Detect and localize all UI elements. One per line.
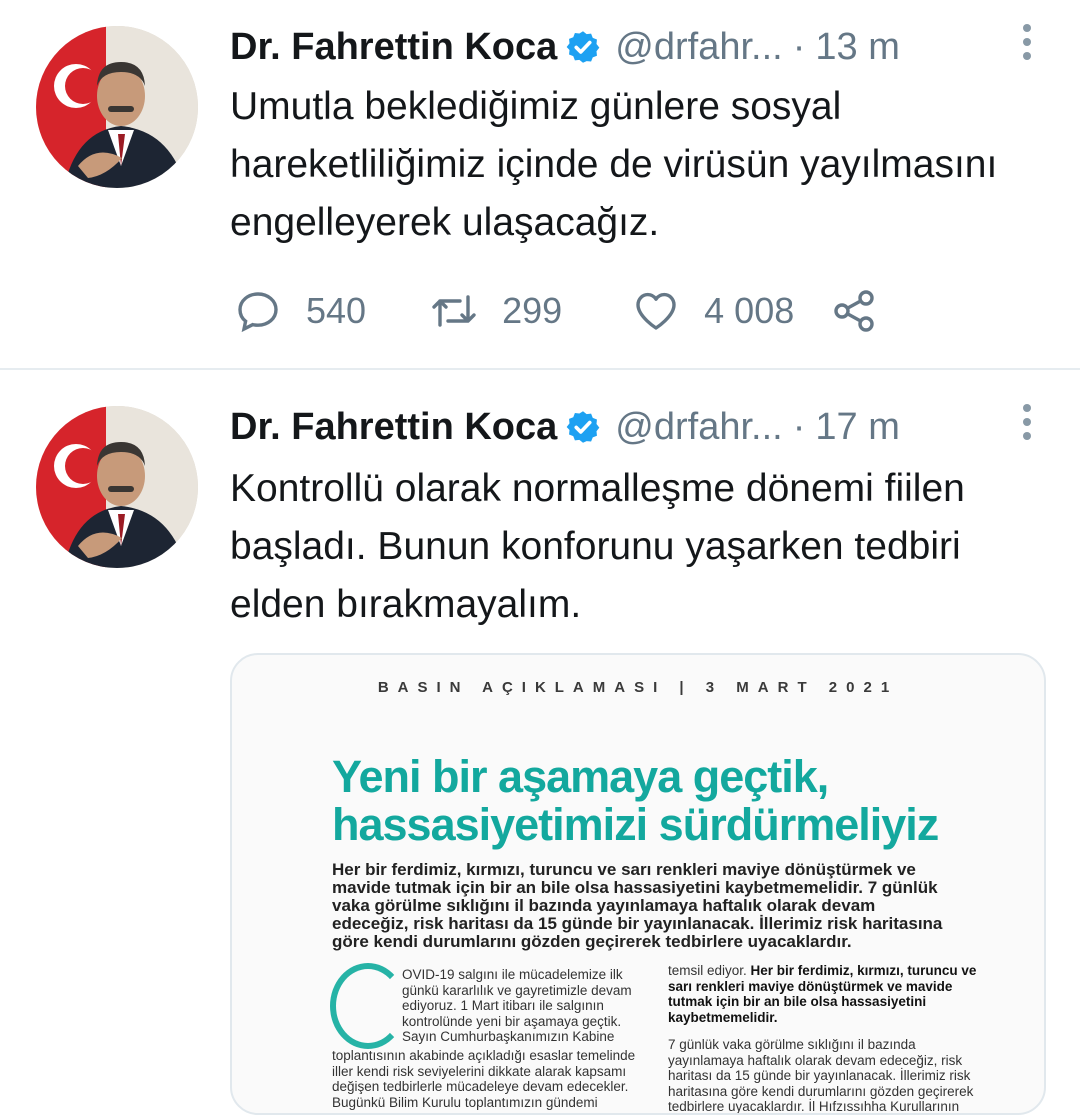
drop-cap-circle — [330, 963, 406, 1049]
share-button[interactable] — [830, 287, 878, 335]
tweet[interactable]: Dr. Fahrettin Koca @drfahr... · 17 m Kon… — [0, 370, 1080, 1115]
author-handle[interactable]: @drfahr... — [615, 406, 782, 449]
tweet-header: Dr. Fahrettin Koca @drfahr... · 13 m — [230, 22, 1040, 72]
separator-dot: · — [792, 405, 806, 448]
timestamp[interactable]: 17 m — [815, 406, 899, 449]
author-handle[interactable]: @drfahr... — [615, 26, 782, 69]
avatar[interactable] — [36, 26, 198, 188]
tweet-header: Dr. Fahrettin Koca @drfahr... · 17 m — [230, 402, 1040, 452]
verified-badge-icon — [566, 411, 600, 443]
avatar-photo — [36, 406, 198, 568]
press-headline-line2: hassasiyetimizi sürdürmeliyiz — [332, 799, 939, 850]
press-body-right-c: 7 günlük vaka görülme sıklığını il bazın… — [668, 1037, 974, 1114]
retweet-count: 299 — [502, 290, 563, 331]
reply-icon — [238, 292, 278, 333]
share-icon — [834, 290, 874, 332]
retweet-icon — [432, 295, 476, 327]
tweet-actions: 540 299 4 008 — [234, 286, 878, 336]
retweet-button[interactable]: 299 — [430, 287, 562, 335]
tweet-media-image[interactable]: BASIN AÇIKLAMASI | 3 MART 2021 Yeni bir … — [230, 653, 1046, 1115]
avatar-photo — [36, 26, 198, 188]
timestamp[interactable]: 13 m — [815, 26, 899, 69]
tweet-text: Umutla beklediğimiz günlere sosyal harek… — [230, 85, 998, 244]
like-count: 4 008 — [704, 290, 795, 331]
tweet[interactable]: Dr. Fahrettin Koca @drfahr... · 13 m Umu… — [0, 0, 1080, 368]
press-body-left-b: toplantısının akabinde açıkladığı esasla… — [332, 1048, 636, 1110]
press-lead-paragraph: Her bir ferdimiz, kırmızı, turuncu ve sa… — [332, 860, 943, 951]
avatar[interactable] — [36, 406, 198, 568]
press-headline: Yeni bir aşamaya geçtik, hassasiyetimizi… — [332, 751, 939, 850]
press-body-right: temsil ediyor. Her bir ferdimiz, kırmızı… — [668, 963, 986, 1114]
more-vertical-icon[interactable] — [1020, 404, 1034, 448]
press-release-header: BASIN AÇIKLAMASI | 3 MART 2021 — [377, 679, 899, 696]
heart-icon — [636, 292, 676, 330]
separator-dot: · — [792, 25, 806, 68]
press-headline-line1: Yeni bir aşamaya geçtik, — [332, 751, 829, 802]
tweet-text: Kontrollü olarak normalleşme dönemi fiil… — [230, 467, 965, 626]
verified-badge-icon — [566, 31, 600, 63]
press-body-right-a: temsil ediyor. — [668, 963, 747, 978]
author-name[interactable]: Dr. Fahrettin Koca — [230, 26, 557, 69]
more-vertical-icon[interactable] — [1020, 24, 1034, 68]
reply-count: 540 — [306, 290, 367, 331]
press-body-left-a: OVID-19 salgını ile mücadelemize ilk gün… — [402, 967, 632, 1044]
reply-button[interactable]: 540 — [234, 287, 366, 335]
author-name[interactable]: Dr. Fahrettin Koca — [230, 406, 557, 449]
like-button[interactable]: 4 008 — [632, 287, 794, 335]
